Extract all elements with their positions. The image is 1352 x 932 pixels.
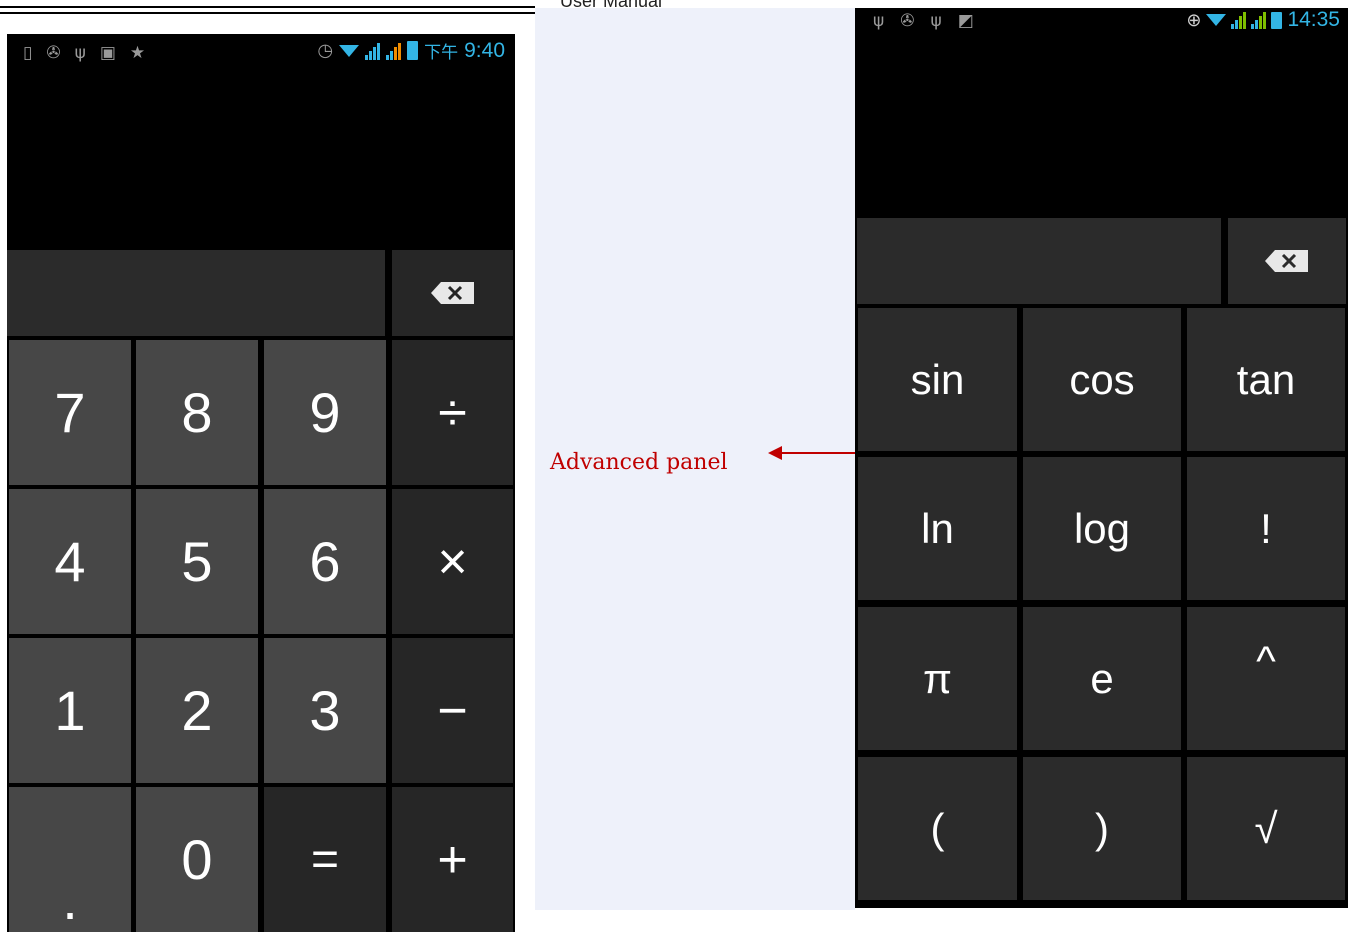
message-icon: ▣ bbox=[99, 43, 116, 63]
page-rule-2 bbox=[0, 12, 535, 14]
usb-icon: ψ bbox=[873, 11, 885, 31]
key-4[interactable]: 4 bbox=[9, 489, 131, 634]
delete-button[interactable] bbox=[1228, 218, 1346, 304]
key-5[interactable]: 5 bbox=[136, 489, 258, 634]
wifi-icon bbox=[1206, 14, 1227, 26]
arrow-line bbox=[780, 452, 858, 454]
battery-icon bbox=[1271, 11, 1283, 29]
signal-icon bbox=[365, 42, 381, 60]
key-8[interactable]: 8 bbox=[136, 340, 258, 485]
pi-button[interactable]: π bbox=[858, 607, 1017, 750]
time-period: 下午 bbox=[424, 43, 459, 63]
rotation-lock-icon: ⊕ bbox=[1186, 9, 1202, 31]
open-paren-button[interactable]: ( bbox=[858, 757, 1017, 900]
cos-button[interactable]: cos bbox=[1023, 308, 1181, 451]
alarm-icon: ◷ bbox=[317, 40, 334, 61]
formula-input[interactable] bbox=[857, 218, 1221, 304]
signal-icon bbox=[1231, 11, 1247, 29]
android-debug-icon: ✇ bbox=[46, 43, 61, 63]
power-button[interactable]: ^ bbox=[1187, 607, 1345, 750]
status-bar: ▯ ✇ ψ ▣ ★ ◷ 下午 9:40 bbox=[7, 34, 515, 70]
equals-button[interactable]: = bbox=[264, 787, 386, 932]
battery-icon bbox=[407, 41, 419, 60]
arrow-left-icon bbox=[768, 446, 782, 460]
close-paren-button[interactable]: ) bbox=[1023, 757, 1181, 900]
ln-button[interactable]: ln bbox=[858, 457, 1017, 600]
key-6[interactable]: 6 bbox=[264, 489, 386, 634]
sd-card-icon: ▯ bbox=[23, 43, 33, 63]
usb-icon-2: ψ bbox=[930, 11, 942, 31]
signal-icon-2 bbox=[1251, 11, 1267, 29]
decimal-point-button[interactable]: . bbox=[9, 787, 131, 932]
result-display bbox=[855, 36, 1348, 218]
status-bar-right: ψ ✇ ψ ◩ ⊕ 14:35 bbox=[855, 8, 1348, 36]
star-icon: ★ bbox=[129, 43, 146, 63]
key-2[interactable]: 2 bbox=[136, 638, 258, 783]
key-1[interactable]: 1 bbox=[9, 638, 131, 783]
result-display bbox=[7, 70, 515, 250]
multiply-button[interactable]: × bbox=[392, 489, 513, 634]
usb-icon: ψ bbox=[74, 43, 86, 63]
key-7[interactable]: 7 bbox=[9, 340, 131, 485]
log-button[interactable]: log bbox=[1023, 457, 1181, 600]
image-icon: ◩ bbox=[957, 11, 974, 31]
plus-button[interactable]: + bbox=[392, 787, 513, 932]
formula-input[interactable] bbox=[7, 250, 385, 336]
advanced-panel-label: Advanced panel bbox=[550, 450, 728, 475]
basic-calculator-screen: ▯ ✇ ψ ▣ ★ ◷ 下午 9:40 7 8 9 ÷ 4 5 6 × 1 2 3−. 0 = + bbox=[7, 34, 515, 932]
delete-button[interactable] bbox=[392, 250, 513, 336]
android-debug-icon: ✇ bbox=[900, 11, 915, 31]
key-0[interactable]: 0 bbox=[136, 787, 258, 932]
advanced-calculator-screen: ψ ✇ ψ ◩ ⊕ 14:35 sin cos tan ln log! π e ^ () √ bbox=[855, 8, 1348, 908]
tan-button[interactable]: tan bbox=[1187, 308, 1345, 451]
page-rule bbox=[0, 6, 535, 8]
sqrt-button[interactable]: √ bbox=[1187, 757, 1345, 900]
sin-button[interactable]: sin bbox=[858, 308, 1017, 451]
e-button[interactable]: e bbox=[1023, 607, 1181, 750]
key-9[interactable]: 9 bbox=[264, 340, 386, 485]
wifi-icon bbox=[339, 44, 360, 57]
clock: 9:40 bbox=[464, 38, 505, 62]
divide-button[interactable]: ÷ bbox=[392, 340, 513, 485]
key-3[interactable]: 3 bbox=[264, 638, 386, 783]
signal-icon-2 bbox=[386, 42, 402, 60]
minus-button[interactable]: − bbox=[392, 638, 513, 783]
clock: 14:35 bbox=[1287, 8, 1340, 31]
backspace-icon bbox=[1265, 250, 1308, 272]
backspace-icon bbox=[430, 282, 474, 304]
factorial-button[interactable]: ! bbox=[1187, 457, 1345, 600]
